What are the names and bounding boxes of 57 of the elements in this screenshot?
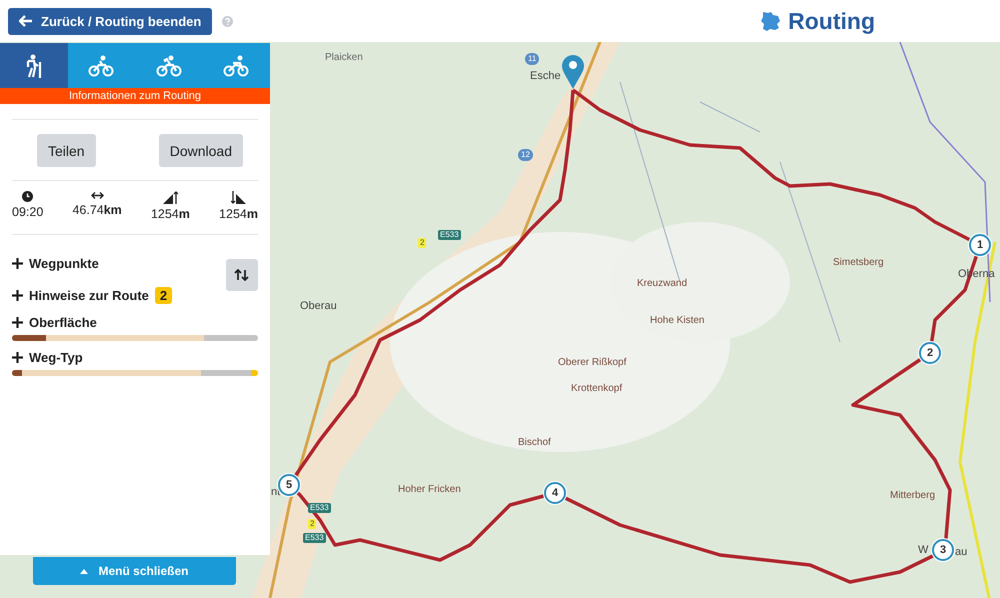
- descent-icon: [231, 191, 246, 204]
- page-title: Routing: [788, 8, 875, 34]
- plus-icon: [12, 316, 23, 328]
- road-sign: 2: [308, 519, 316, 529]
- hiker-icon: [24, 54, 43, 78]
- section-toggle[interactable]: Weg-Typ: [12, 350, 83, 364]
- section-toggle[interactable]: Wegpunkte: [12, 256, 99, 270]
- section-toggle[interactable]: Oberfläche: [12, 314, 97, 330]
- road-sign: E533: [308, 503, 331, 513]
- action-button[interactable]: Teilen: [37, 134, 96, 167]
- map-label: Krottenkopf: [571, 383, 622, 394]
- road-sign: E533: [303, 533, 326, 543]
- stat-value: 46.74km: [72, 203, 122, 217]
- map-label: Simetsberg: [833, 257, 884, 268]
- road-sign: 2: [418, 238, 426, 248]
- map-label: au: [955, 546, 968, 558]
- waypoint-marker[interactable]: 4: [544, 482, 566, 504]
- back-button[interactable]: Zurück / Routing beenden: [8, 8, 212, 34]
- map-label: Hohe Kisten: [650, 315, 704, 326]
- travel-mode-tab[interactable]: [202, 43, 270, 88]
- travel-mode-tab[interactable]: [68, 43, 135, 88]
- cyclist-icon: [88, 54, 114, 76]
- plus-icon: [12, 258, 23, 268]
- map-label: W: [918, 544, 928, 556]
- map-label: Esche: [530, 70, 561, 82]
- stat-value: 1254m: [150, 207, 190, 221]
- swap-arrows-icon: [234, 269, 250, 281]
- plus-icon: [12, 352, 23, 362]
- stat-value: 09:20: [12, 205, 44, 219]
- arrow-left-icon: [19, 15, 33, 27]
- cyclist-icon: [223, 54, 250, 76]
- road-sign: E533: [438, 230, 461, 240]
- clock-icon: [22, 191, 34, 202]
- map-label: Hoher Fricken: [398, 484, 461, 495]
- waypoint-marker[interactable]: 3: [932, 539, 954, 561]
- reverse-route-button[interactable]: [226, 259, 258, 291]
- map-label: Mitterberg: [890, 490, 936, 501]
- help-icon[interactable]: [222, 16, 234, 26]
- bavaria-map-icon: [760, 10, 782, 32]
- map-label: Bischof: [518, 437, 551, 448]
- map-label: Plaicken: [325, 52, 363, 63]
- map-label: Kreuzwand: [637, 278, 688, 289]
- waypoint-marker[interactable]: 2: [919, 342, 941, 364]
- map-label: Oberau: [300, 300, 337, 312]
- stat-value: 1254m: [219, 207, 258, 221]
- travel-mode-tab[interactable]: [0, 43, 68, 88]
- count-badge: 2: [154, 286, 172, 304]
- caret-up-icon: [80, 568, 88, 574]
- section-toggle[interactable]: Hinweise zur Route: [12, 288, 149, 302]
- plus-icon: [12, 290, 23, 300]
- action-button[interactable]: Download: [158, 134, 243, 167]
- waypoint-marker[interactable]: 1: [969, 234, 991, 256]
- map-pin-icon[interactable]: [561, 54, 585, 90]
- double-arrow-icon: [90, 191, 104, 200]
- cyclist-icon: [156, 54, 182, 76]
- map-label: Oberer Rißkopf: [558, 357, 626, 368]
- ascent-icon: [162, 191, 178, 204]
